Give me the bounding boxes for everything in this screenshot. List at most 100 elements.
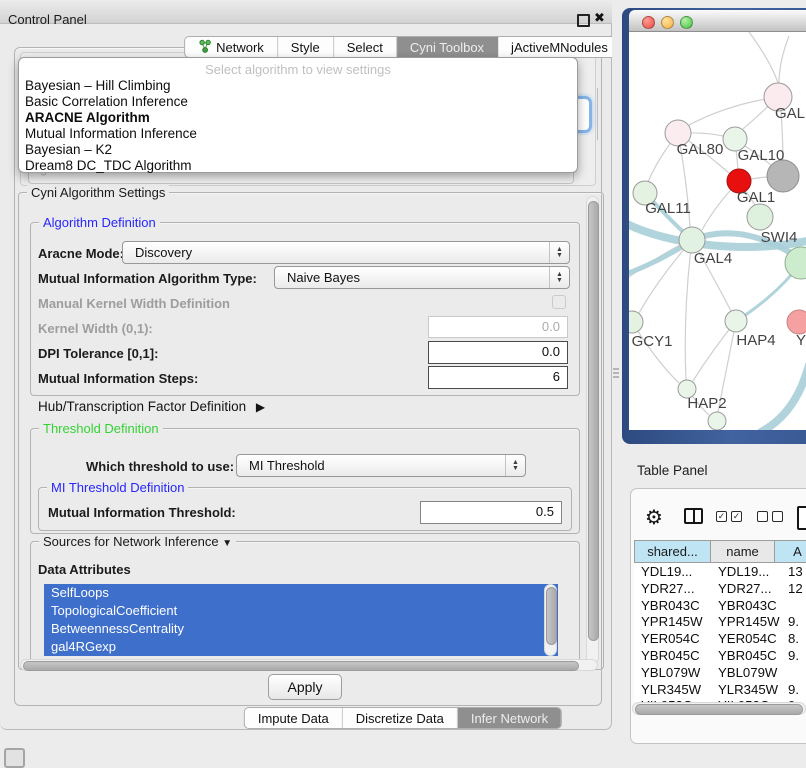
table-row[interactable]: YER054CYER054C8. [634,630,806,647]
mac-zoom-icon[interactable] [680,16,693,29]
data-attributes-list[interactable]: SelfLoopsTopologicalCoefficientBetweenne… [44,584,558,656]
tab-discretize-data[interactable]: Discretize Data [343,708,458,728]
control-panel-tabs: NetworkStyle Select Cyni Toolbox jActiveMNo… [184,36,622,58]
tab-label: Select [347,40,383,55]
attributes-scrollbar[interactable] [544,584,557,656]
column-header-2[interactable]: name [711,540,775,563]
table-row[interactable]: YBR045CYBR045C9. [634,647,806,664]
network-node[interactable] [787,310,806,334]
tab-cyni-toolbox[interactable]: Cyni Toolbox [397,37,498,57]
combo-stepper-icon[interactable]: ▲▼ [505,455,525,476]
mi-type-combo[interactable]: Naive Bayes ▲▼ [274,266,570,289]
mi-type-label: Mutual Information Algorithm Type: [38,271,257,286]
control-panel-titlebar[interactable] [0,0,612,24]
settings-vertical-scrollbar[interactable] [586,196,599,664]
collapse-down-icon[interactable]: ▼ [222,538,232,549]
close-icon[interactable]: ✖ [594,10,605,26]
column-header-3[interactable]: A [775,540,806,563]
network-node[interactable] [725,310,747,332]
algorithm-option[interactable]: ARACNE Algorithm [19,110,577,126]
table-row[interactable]: YDR27...YDR27...12 [634,580,806,597]
dpi-tolerance-field[interactable]: 0.0 [428,341,568,364]
table-row[interactable]: YLR345WYLR345W9. [634,681,806,698]
checked-checkbox-icon[interactable]: ✓ [716,511,727,522]
table-row[interactable]: YDL19...YDL19...13 [634,563,806,580]
gear-icon[interactable]: ⚙ [645,505,663,530]
cell: 9. [788,613,799,630]
network-node[interactable] [747,204,773,230]
expand-right-icon[interactable]: ▶ [256,400,265,414]
column-header-1[interactable]: shared... [634,540,711,563]
network-node[interactable] [767,160,799,192]
cell: YDL19... [718,563,769,580]
tab-network[interactable]: Network [185,37,278,57]
mi-threshold-field[interactable]: 0.5 [420,501,562,524]
manual-kernel-checkbox[interactable] [552,295,566,309]
cell: 9. [788,647,799,664]
mi-steps-field[interactable]: 6 [428,366,568,389]
unchecked-checkbox-icon[interactable] [772,511,783,522]
combo-stepper-icon[interactable]: ▲▼ [549,267,569,288]
network-window-titlebar[interactable] [629,10,806,32]
attribute-item-selected[interactable]: SelfLoops [44,584,558,602]
combo-stepper-icon[interactable]: ▲▼ [549,242,569,263]
checked-checkbox-icon[interactable]: ✓ [731,511,742,522]
algorithm-option[interactable]: Mutual Information Inference [19,126,577,142]
tab-infer-network[interactable]: Infer Network [458,708,561,728]
apply-button[interactable]: Apply [268,674,342,700]
network-edge-thick [761,365,806,430]
kernel-width-field[interactable]: 0.0 [428,316,568,338]
unchecked-checkbox-icon[interactable] [757,511,768,522]
algorithm-option[interactable]: Dream8 DC_TDC Algorithm [19,158,577,174]
cell: YLR345W [641,681,701,698]
cell: 12 [788,580,803,597]
minimized-panel-icon[interactable] [4,748,25,768]
network-node-label: GAL80 [677,141,724,158]
document-icon[interactable] [797,506,806,530]
which-threshold-combo[interactable]: MI Threshold ▲▼ [236,454,526,477]
table-row[interactable]: YBL079WYBL079W [634,664,806,681]
tab-jactivemnodules[interactable]: jActiveMNodules [498,37,621,57]
network-node[interactable] [629,311,643,333]
cell: YBR045C [641,647,700,664]
tab-select[interactable]: Select [334,37,397,57]
tab-label: jActiveMNodules [511,40,608,55]
aracne-mode-label: Aracne Mode: [38,246,124,261]
network-node-label: GCY1 [632,333,673,350]
mi-threshold-title: MI Threshold Definition [47,480,188,495]
tab-label: Discretize Data [356,711,444,726]
cell: YER054C [641,630,700,647]
algorithm-option[interactable]: Bayesian – Hill Climbing [19,78,577,94]
cell: YBR043C [641,597,700,614]
tab-impute-data[interactable]: Impute Data [245,708,343,728]
table-row[interactable]: YPR145WYPR145W9. [634,613,806,630]
attribute-item-selected[interactable]: TopologicalCoefficient [44,602,558,620]
table-row[interactable]: YBR043CYBR043C [634,597,806,614]
network-view-canvas[interactable]: GALGAL80GAL10GAL1GAL11SWI4GAL4GCY1HAP4YH… [629,32,806,430]
aracne-mode-combo[interactable]: Discovery ▲▼ [122,241,570,264]
algorithm-option[interactable]: Basic Correlation Inference [19,94,577,110]
network-node-label: Y [796,332,806,349]
dpi-tolerance-label: DPI Tolerance [0,1]: [38,346,158,361]
table-horizontal-scrollbar[interactable] [632,702,806,715]
float-window-icon[interactable] [577,14,590,27]
hub-definition-expander[interactable]: Hub/Transcription Factor Definition ▶ [38,399,265,414]
split-columns-icon[interactable] [684,508,703,524]
network-node-label: GAL1 [737,189,775,206]
table-body[interactable]: YDL19...YDL19...13YDR27...YDR27...12YBR0… [634,563,806,702]
tab-label: Impute Data [258,711,329,726]
network-node-label: GAL11 [645,200,691,217]
attribute-item-selected[interactable]: gal4RGexp [44,638,558,656]
mac-close-icon[interactable] [642,16,655,29]
kernel-width-label: Kernel Width (0,1): [38,321,153,336]
mac-minimize-icon[interactable] [661,16,674,29]
settings-horizontal-scrollbar[interactable] [20,659,598,671]
algorithm-placeholder: Select algorithm to view settings [19,62,577,78]
attribute-item-selected[interactable]: BetweennessCentrality [44,620,558,638]
tab-style[interactable]: Style [278,37,334,57]
table-panel-title: Table Panel [637,463,708,478]
network-node[interactable] [708,412,726,430]
cyni-settings-title: Cyni Algorithm Settings [27,185,169,200]
algorithm-option[interactable]: Bayesian – K2 [19,142,577,158]
splitter-grip-icon[interactable] [613,368,619,378]
